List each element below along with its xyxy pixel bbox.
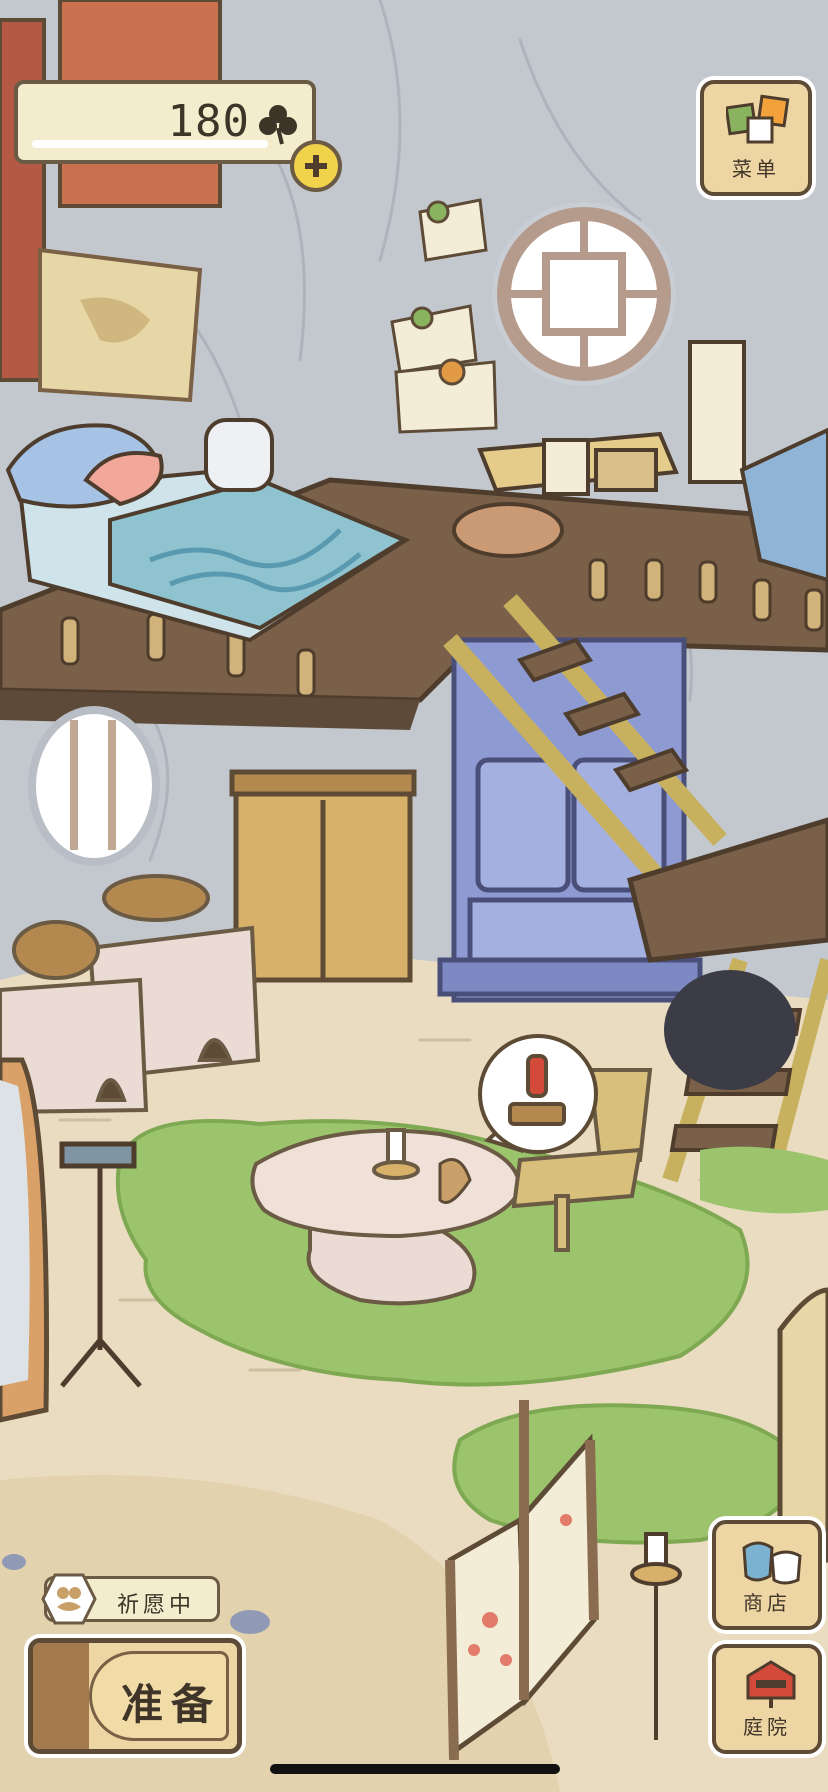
game-screen: 180 菜单 商店 庭院 祈愿中 准备 bbox=[0, 0, 828, 1792]
home-indicator[interactable] bbox=[270, 1764, 560, 1774]
exclamation-icon bbox=[526, 1054, 548, 1098]
prepare-button[interactable]: 准备 bbox=[28, 1638, 242, 1754]
alert-bubble bbox=[478, 1034, 598, 1154]
clover-counter: 180 bbox=[14, 80, 316, 164]
plus-icon bbox=[305, 155, 327, 177]
shop-label: 商店 bbox=[743, 1591, 791, 1615]
add-clover-button[interactable] bbox=[290, 140, 342, 192]
wish-status-badge: 祈愿中 bbox=[41, 1573, 220, 1625]
yard-label: 庭院 bbox=[743, 1715, 791, 1739]
shop-button[interactable]: 商店 bbox=[712, 1520, 822, 1630]
yard-button[interactable]: 庭院 bbox=[712, 1644, 822, 1754]
yard-mailbox-icon bbox=[746, 1660, 796, 1708]
wish-status-label: 祈愿中 bbox=[117, 1593, 196, 1618]
frog-home-scene bbox=[0, 0, 828, 1792]
clover-counter-bar bbox=[32, 140, 268, 148]
menu-button[interactable]: 菜单 bbox=[700, 80, 812, 196]
menu-label: 菜单 bbox=[732, 157, 780, 181]
prepare-label: 准备 bbox=[121, 1680, 222, 1729]
log-end-decoration bbox=[33, 1643, 89, 1749]
menu-icon bbox=[726, 94, 790, 144]
wooden-door bbox=[229, 769, 417, 983]
frog-icon bbox=[41, 1573, 97, 1625]
shop-bags-icon bbox=[742, 1541, 802, 1585]
